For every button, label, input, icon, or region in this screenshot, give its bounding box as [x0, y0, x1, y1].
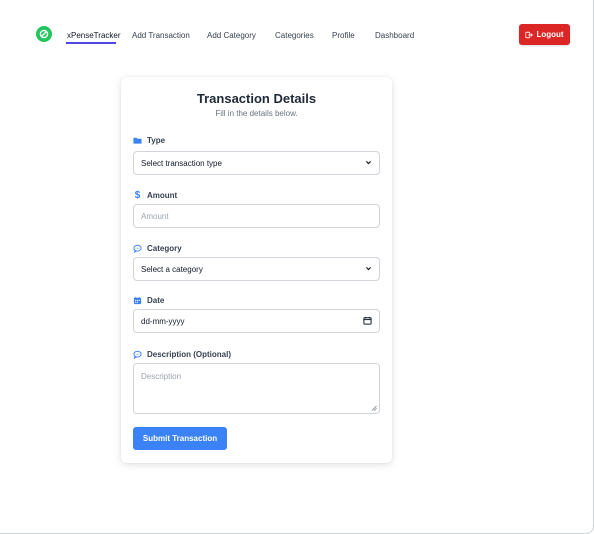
amount-placeholder: Amount	[141, 211, 169, 221]
category-select[interactable]: Select a category	[133, 257, 380, 281]
date-label-text: Date	[147, 296, 165, 305]
form-subtitle: Fill in the details below.	[215, 109, 298, 118]
type-select-value: Select transaction type	[141, 158, 222, 168]
link-icon[interactable]	[36, 26, 52, 42]
description-label-text: Description (Optional)	[147, 350, 231, 359]
type-label-text: Type	[147, 136, 166, 145]
amount-input[interactable]: Amount	[133, 204, 380, 228]
description-label: Description (Optional)	[133, 350, 231, 359]
submit-transaction-button[interactable]: Submit Transaction	[133, 427, 227, 450]
nav-categories[interactable]: Categories	[275, 31, 314, 40]
chevron-down-icon	[365, 159, 372, 168]
nav-add-transaction[interactable]: Add Transaction	[132, 31, 190, 40]
category-select-value: Select a category	[141, 264, 203, 274]
navbar: xPenseTracker Add Transaction Add Catego…	[0, 0, 594, 70]
calendar-picker-icon[interactable]	[363, 316, 372, 327]
nav-add-category[interactable]: Add Category	[207, 31, 256, 40]
nav-profile[interactable]: Profile	[332, 31, 355, 40]
calendar-icon	[133, 296, 142, 305]
chat-icon	[133, 350, 142, 359]
date-input-value: dd-mm-yyyy	[141, 316, 185, 326]
form-title: Transaction Details	[196, 91, 317, 106]
folder-icon	[133, 136, 142, 145]
category-label-text: Category	[147, 244, 182, 253]
nav-dashboard[interactable]: Dashboard	[375, 31, 414, 40]
chevron-down-icon	[365, 265, 372, 274]
transaction-form-card: Transaction Details Fill in the details …	[121, 77, 392, 463]
nav-brand-link[interactable]: xPenseTracker	[67, 31, 121, 40]
amount-label-text: Amount	[147, 191, 178, 200]
type-select[interactable]: Select transaction type	[133, 151, 380, 175]
chat-icon	[133, 244, 142, 253]
dollar-icon: $	[134, 190, 141, 201]
amount-label: $ Amount	[133, 190, 178, 201]
type-label: Type	[133, 136, 165, 145]
logout-icon	[525, 31, 534, 38]
logout-button[interactable]: Logout	[519, 24, 570, 45]
description-textarea[interactable]: Description	[133, 363, 380, 414]
category-label: Category	[133, 244, 182, 253]
logout-label: Logout	[536, 30, 564, 39]
nav-active-underline	[66, 42, 116, 44]
link-icon-graphic	[39, 29, 49, 39]
date-input[interactable]: dd-mm-yyyy	[133, 309, 380, 333]
date-label: Date	[133, 296, 164, 305]
resize-grip-icon[interactable]	[371, 405, 377, 411]
description-placeholder: Description	[141, 372, 182, 381]
